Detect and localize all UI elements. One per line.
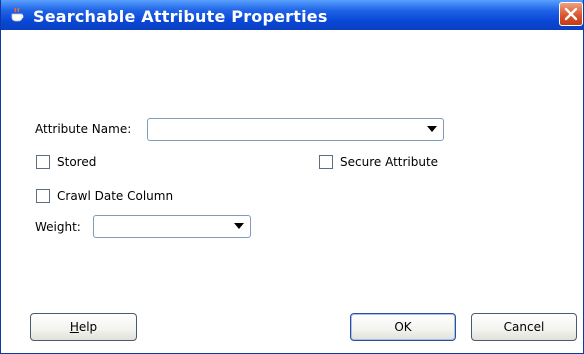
stored-checkbox[interactable]: [36, 155, 50, 169]
attribute-name-combobox[interactable]: [147, 118, 444, 141]
secure-attribute-label[interactable]: Secure Attribute: [340, 155, 438, 169]
dialog-window: Searchable Attribute Properties Attribut…: [0, 0, 584, 354]
oracle-cup-icon: [9, 7, 27, 23]
weight-label: Weight:: [35, 220, 81, 234]
secure-attribute-checkbox[interactable]: [319, 155, 333, 169]
chevron-down-icon: [427, 126, 437, 132]
help-button[interactable]: Help: [30, 313, 137, 341]
help-label: elp: [78, 320, 98, 334]
weight-combobox[interactable]: [93, 215, 251, 238]
crawl-date-column-label[interactable]: Crawl Date Column: [57, 189, 173, 203]
close-icon: [564, 7, 578, 21]
dialog-title: Searchable Attribute Properties: [33, 7, 328, 26]
ok-button[interactable]: OK: [350, 313, 456, 341]
stored-label[interactable]: Stored: [57, 155, 96, 169]
crawl-date-column-checkbox[interactable]: [36, 189, 50, 203]
title-bar[interactable]: Searchable Attribute Properties: [1, 0, 583, 30]
close-button[interactable]: [559, 2, 583, 26]
chevron-down-icon: [234, 223, 244, 229]
ok-label: OK: [394, 320, 412, 334]
attribute-name-label: Attribute Name:: [35, 122, 132, 136]
cancel-button[interactable]: Cancel: [471, 313, 577, 341]
help-mnemonic: H: [69, 320, 79, 334]
cancel-label: Cancel: [503, 320, 545, 334]
